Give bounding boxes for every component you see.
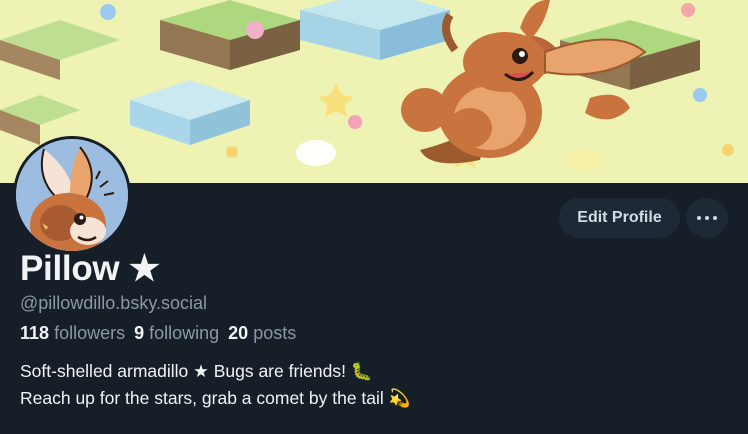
bio-line: Soft-shelled armadillo ★ Bugs are friend… (20, 361, 373, 381)
edit-profile-button[interactable]: Edit Profile (559, 198, 680, 238)
profile-handle: @pillowdillo.bsky.social (20, 293, 208, 313)
following-link[interactable]: 9 following (134, 323, 219, 343)
profile-stats: 118 followers 9 following 20 posts (20, 323, 296, 344)
bio-line: Reach up for the stars, grab a comet by … (20, 388, 411, 408)
more-horizontal-icon (697, 216, 717, 220)
posts-count: 20 (228, 323, 249, 343)
display-name: Pillow ★ (20, 249, 160, 288)
posts-stat: 20 posts (228, 323, 296, 343)
avatar-illustration (16, 139, 128, 251)
followers-label: followers (54, 323, 126, 343)
following-count: 9 (134, 323, 145, 343)
avatar[interactable] (13, 136, 131, 254)
following-label: following (149, 323, 220, 343)
profile-bio: Soft-shelled armadillo ★ Bugs are friend… (20, 358, 410, 412)
followers-count: 118 (20, 323, 50, 343)
posts-label: posts (253, 323, 297, 343)
followers-link[interactable]: 118 followers (20, 323, 125, 343)
more-options-button[interactable] (686, 198, 728, 238)
